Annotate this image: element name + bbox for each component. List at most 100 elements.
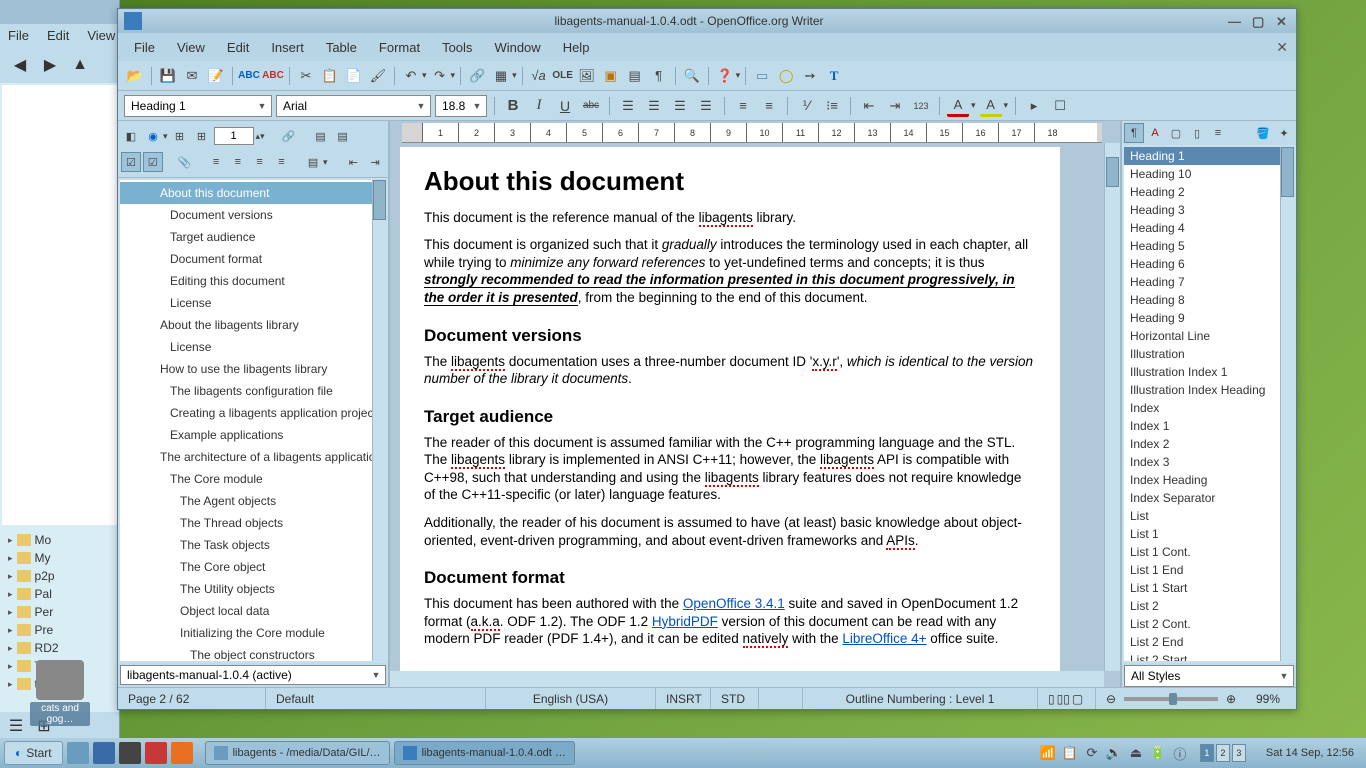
nav-next-button[interactable]: ⊞ — [192, 126, 212, 146]
paragraph-styles-tab[interactable]: ¶ — [1124, 123, 1144, 143]
italic-button[interactable]: I — [528, 95, 550, 117]
workspace-3[interactable]: 3 — [1232, 744, 1246, 762]
bg-menu-view[interactable]: View — [87, 28, 115, 43]
chart-button[interactable]: OLE — [552, 65, 574, 87]
nav-prev-button[interactable]: ⊞ — [170, 126, 190, 146]
open-button[interactable]: 📂 — [124, 65, 146, 87]
styles-item[interactable]: List 1 Start — [1124, 579, 1294, 597]
clock[interactable]: Sat 14 Sep, 12:56 — [1258, 747, 1362, 759]
nav-page-input[interactable] — [214, 127, 254, 145]
indent-marker-button[interactable]: ▸ — [1023, 95, 1045, 117]
task-writer[interactable]: libagents-manual-1.0.4.odt … — [394, 741, 575, 765]
nav-tree-item[interactable]: The Core module — [120, 468, 386, 490]
zoom-button[interactable]: 🔍 — [681, 65, 703, 87]
styles-item[interactable]: Heading 3 — [1124, 201, 1294, 219]
number-list-button[interactable]: ⅟ — [795, 95, 817, 117]
underline-button[interactable]: U — [554, 95, 576, 117]
document-vscrollbar[interactable] — [1104, 143, 1120, 671]
styles-item[interactable]: Heading 1 — [1124, 147, 1294, 165]
menu-table[interactable]: Table — [316, 36, 367, 59]
table-button[interactable]: ▦ — [490, 65, 512, 87]
align-left-button[interactable]: ☰ — [617, 95, 639, 117]
styles-item[interactable]: Index 3 — [1124, 453, 1294, 471]
tray-battery-icon[interactable]: 🔋 — [1150, 745, 1166, 761]
indent-button[interactable]: ⇥ — [884, 95, 906, 117]
nav-tree-item[interactable]: License — [120, 292, 386, 314]
nav-tree-item[interactable]: About the libagents library — [120, 314, 386, 336]
tray-clipboard-icon[interactable]: 📋 — [1062, 745, 1078, 761]
help-button[interactable]: ❓ — [714, 65, 736, 87]
line-spacing-button[interactable]: ≡ — [732, 95, 754, 117]
nav-tree-item[interactable]: About this document — [120, 182, 386, 204]
status-selection-mode[interactable]: STD — [711, 688, 759, 709]
highlight-button[interactable]: A — [980, 95, 1002, 117]
styles-item[interactable]: List — [1124, 507, 1294, 525]
styles-item[interactable]: Heading 4 — [1124, 219, 1294, 237]
select-all-button[interactable]: ☐ — [1049, 95, 1071, 117]
nav-toggle-button[interactable]: ◧ — [121, 126, 141, 146]
styles-item[interactable]: Heading 10 — [1124, 165, 1294, 183]
styles-item[interactable]: Index Separator — [1124, 489, 1294, 507]
paragraph-style-combo[interactable]: Heading 1▼ — [124, 95, 272, 117]
menu-help[interactable]: Help — [553, 36, 600, 59]
font-color-button[interactable]: A — [947, 95, 969, 117]
nav-anchor-button[interactable]: 📎 — [175, 152, 195, 172]
link-hybridpdf[interactable]: HybridPDF — [652, 614, 718, 629]
styles-item[interactable]: List 2 — [1124, 597, 1294, 615]
tray-volume-icon[interactable]: 🔊 — [1106, 745, 1122, 761]
nav-scrollbar[interactable] — [372, 180, 386, 661]
nav-promote-ch-button[interactable]: ≡ — [206, 152, 226, 172]
nav-tree-item[interactable]: Document versions — [120, 204, 386, 226]
styles-item[interactable]: Index 2 — [1124, 435, 1294, 453]
nav-tree-item[interactable]: Initializing the Core module — [120, 622, 386, 644]
nav-demote-button[interactable]: ⇥ — [365, 152, 385, 172]
align-center-button[interactable]: ☰ — [643, 95, 665, 117]
align-right-button[interactable]: ☰ — [669, 95, 691, 117]
nav-demote-ch-button[interactable]: ≡ — [228, 152, 248, 172]
spellcheck-button[interactable]: ABC — [238, 65, 260, 87]
nav-tree-item[interactable]: Creating a libagents application project — [120, 402, 386, 424]
nav-tree-item[interactable]: License — [120, 336, 386, 358]
nav-move-up-button[interactable]: ≡ — [250, 152, 270, 172]
bg-fwd-button[interactable]: ▶ — [38, 53, 62, 77]
nav-tree-item[interactable]: The Thread objects — [120, 512, 386, 534]
bg-menu-file[interactable]: File — [8, 28, 29, 43]
styles-item[interactable]: List 1 Cont. — [1124, 543, 1294, 561]
nav-move-down-button[interactable]: ≡ — [272, 152, 292, 172]
nav-content-view-button[interactable]: ☑ — [121, 152, 141, 172]
styles-scrollbar[interactable] — [1280, 147, 1294, 661]
nav-tree-item[interactable]: The architecture of a libagents applicat… — [120, 446, 386, 468]
tray-info-icon[interactable]: ⓘ — [1172, 745, 1188, 761]
link-libreoffice[interactable]: LibreOffice 4+ — [842, 631, 926, 646]
styles-item[interactable]: Illustration — [1124, 345, 1294, 363]
quicklaunch-browser[interactable] — [171, 742, 193, 764]
bg-up-button[interactable]: ▲ — [68, 53, 92, 77]
styles-item[interactable]: Index Heading — [1124, 471, 1294, 489]
font-size-combo[interactable]: 18.8▼ — [435, 95, 487, 117]
nav-tree-item[interactable]: The Agent objects — [120, 490, 386, 512]
bg-folder-row[interactable]: ▸Per — [4, 603, 115, 621]
styles-item[interactable]: Heading 8 — [1124, 291, 1294, 309]
bg-folder-row[interactable]: ▸Pal — [4, 585, 115, 603]
quicklaunch-fm[interactable] — [67, 742, 89, 764]
bg-folder-row[interactable]: ▸My — [4, 549, 115, 567]
arrow-button[interactable]: ➙ — [799, 65, 821, 87]
character-styles-tab[interactable]: A — [1145, 123, 1165, 143]
picture-button[interactable]: 🖼 — [576, 65, 598, 87]
workspace-2[interactable]: 2 — [1216, 744, 1230, 762]
menu-edit[interactable]: Edit — [217, 36, 259, 59]
nav-tree-item[interactable]: Example applications — [120, 424, 386, 446]
nav-list-box-button[interactable]: ☑ — [143, 152, 163, 172]
workspace-1[interactable]: 1 — [1200, 744, 1214, 762]
cut-button[interactable]: ✂ — [295, 65, 317, 87]
styles-list[interactable]: Heading 1Heading 10Heading 2Heading 3Hea… — [1124, 147, 1294, 661]
rect-button[interactable]: ▭ — [751, 65, 773, 87]
text-button[interactable]: T — [823, 65, 845, 87]
quicklaunch-mail[interactable] — [93, 742, 115, 764]
styles-item[interactable]: Illustration Index Heading — [1124, 381, 1294, 399]
status-style[interactable]: Default — [266, 688, 486, 709]
navigator-document-combo[interactable]: libagents-manual-1.0.4 (active)▼ — [120, 665, 386, 685]
save-button[interactable]: 💾 — [157, 65, 179, 87]
nav-tree-item[interactable]: Editing this document — [120, 270, 386, 292]
formula-button[interactable]: √a — [528, 65, 550, 87]
